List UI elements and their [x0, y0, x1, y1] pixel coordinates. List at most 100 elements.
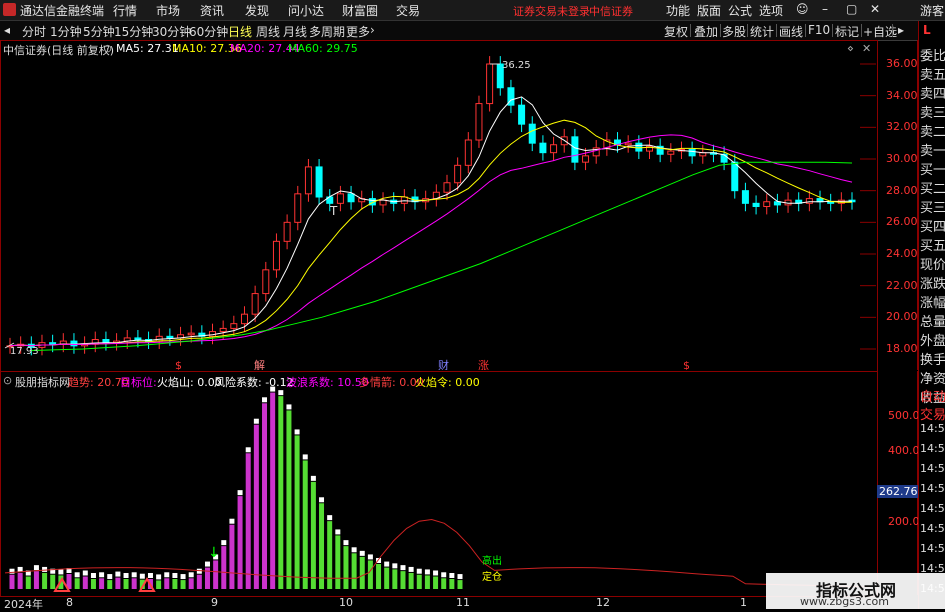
auto-trade-button[interactable]: 交易: [920, 404, 945, 423]
indicator-bar: [131, 578, 137, 589]
login-status[interactable]: 证券交易未登录: [513, 3, 590, 19]
indicator-axis-panel: [877, 371, 918, 595]
menu-item-options[interactable]: 选项: [759, 2, 783, 19]
time-label: 10: [339, 596, 353, 609]
indicator-bar-cap: [270, 386, 276, 392]
indicator-bar-cap: [294, 429, 300, 435]
quote-row-label: 卖二: [920, 125, 945, 140]
candle-body: [443, 182, 451, 193]
period-tab-weekly[interactable]: 周线: [256, 23, 280, 40]
quote-row-label: 卖一: [920, 144, 945, 159]
indicator-bar-cap: [221, 540, 227, 546]
menu-item-formula[interactable]: 公式: [728, 2, 752, 19]
auto-trade-button[interactable]: 自动: [920, 386, 945, 405]
candle-body: [667, 150, 675, 155]
menu-item-news[interactable]: 资讯: [200, 2, 224, 19]
time-label: 11: [456, 596, 470, 609]
menu-item-layout[interactable]: 版面: [697, 2, 721, 19]
quote-row-label: 买五: [920, 239, 945, 254]
guest-label[interactable]: 游客: [920, 2, 944, 19]
indicator-bar: [262, 403, 268, 589]
period-tab-monthly[interactable]: 月线: [283, 23, 307, 40]
quote-row-label: 总量: [920, 315, 945, 330]
indicator-bar-cap: [74, 572, 80, 578]
indicator-bar: [253, 424, 259, 589]
indicator-chart[interactable]: 高出 定仓 ↓: [0, 371, 876, 595]
quote-level-label: L: [923, 23, 931, 37]
toolbar-overlay[interactable]: 叠加: [694, 23, 718, 40]
indicator-bar: [335, 535, 341, 589]
candle-body: [134, 337, 142, 340]
period-tab-more[interactable]: 更多: [346, 23, 370, 40]
menu-item-market[interactable]: 行情: [113, 2, 137, 19]
indicator-bar-cap: [107, 574, 113, 580]
period-tab-intraday[interactable]: 分时: [22, 23, 46, 40]
candle-body: [741, 190, 749, 204]
indicator-axis-label: 200.0: [888, 515, 920, 528]
candle-body: [251, 293, 259, 315]
candle-body: [550, 144, 558, 154]
toolbar-restore-rights[interactable]: 复权: [664, 23, 688, 40]
toolbar-right-arrow-icon[interactable]: ▸: [898, 23, 904, 37]
indicator-bar: [359, 556, 365, 589]
menu-item-markets[interactable]: 市场: [156, 2, 180, 19]
signal-label: 高出: [482, 554, 502, 567]
maximize-icon[interactable]: ▢: [846, 2, 857, 16]
toolbar-left-arrow-icon[interactable]: ◂: [4, 23, 10, 37]
menu-item-discover[interactable]: 发现: [245, 2, 269, 19]
indicator-bar-cap: [82, 570, 88, 576]
indicator-bar: [74, 578, 80, 589]
indicator-bar-cap: [457, 574, 463, 580]
indicator-bar: [408, 572, 414, 589]
period-tab-60min[interactable]: 60分钟: [189, 23, 228, 40]
candle-body: [240, 313, 248, 325]
time-label: 12: [596, 596, 610, 609]
close-icon[interactable]: ✕: [870, 2, 880, 16]
tick-time: 14:56: [920, 522, 945, 535]
period-tab-multi[interactable]: 多周期: [309, 23, 345, 40]
candle-body: [294, 193, 302, 223]
tick-time: 14:56: [920, 422, 945, 435]
quote-row-label: 买四: [920, 220, 945, 235]
watermark-url: www.zbgs3.com: [800, 595, 889, 608]
help-icon[interactable]: ☺: [796, 2, 809, 16]
indicator-bar: [310, 481, 316, 589]
period-tab-30min[interactable]: 30分钟: [152, 23, 191, 40]
period-tab-5min[interactable]: 5分钟: [83, 23, 115, 40]
app-logo-icon: [3, 3, 16, 16]
candle-body: [582, 155, 590, 163]
chevron-right-icon[interactable]: ›: [370, 23, 375, 37]
menu-item-function[interactable]: 功能: [666, 2, 690, 19]
candle-body: [688, 149, 696, 157]
period-tab-daily[interactable]: 日线: [228, 23, 252, 40]
toolbar-f10[interactable]: F10: [808, 23, 830, 37]
price-axis-label: 22.00: [886, 278, 918, 292]
tick-time: 14:56: [920, 542, 945, 555]
indicator-bar: [302, 460, 308, 589]
indicator-bar-cap: [33, 565, 39, 571]
candle-body: [763, 201, 771, 207]
indicator-bar: [25, 576, 31, 589]
indicator-bar: [376, 564, 382, 589]
period-tab-1min[interactable]: 1分钟: [50, 23, 82, 40]
indicator-bar: [180, 580, 186, 589]
indicator-bar: [392, 569, 398, 589]
period-tab-15min[interactable]: 15分钟: [114, 23, 153, 40]
watermark: 指标公式网 www.zbgs3.com: [766, 573, 945, 609]
toolbar-multi-stock[interactable]: 多股: [722, 23, 746, 40]
indicator-bar-cap: [400, 565, 406, 571]
indicator-bar: [115, 577, 121, 589]
tick-time: 14:56: [920, 442, 945, 455]
time-label: 1: [740, 596, 747, 609]
indicator-bar: [457, 580, 463, 589]
toolbar-statistics[interactable]: 统计: [750, 23, 774, 40]
minimize-icon[interactable]: –: [822, 2, 828, 16]
toolbar-draw-line[interactable]: 画线: [779, 23, 803, 40]
menu-item-wealth[interactable]: 财富圈: [342, 2, 378, 19]
menu-item-trade[interactable]: 交易: [396, 2, 420, 19]
indicator-bar: [33, 571, 39, 589]
toolbar-mark[interactable]: 标记: [835, 23, 859, 40]
tick-time: 14:56: [920, 462, 945, 475]
menu-item-ask[interactable]: 问小达: [288, 2, 324, 19]
candlestick-chart[interactable]: 36.25 17.93 T $ 解 财 涨 $: [0, 40, 876, 370]
